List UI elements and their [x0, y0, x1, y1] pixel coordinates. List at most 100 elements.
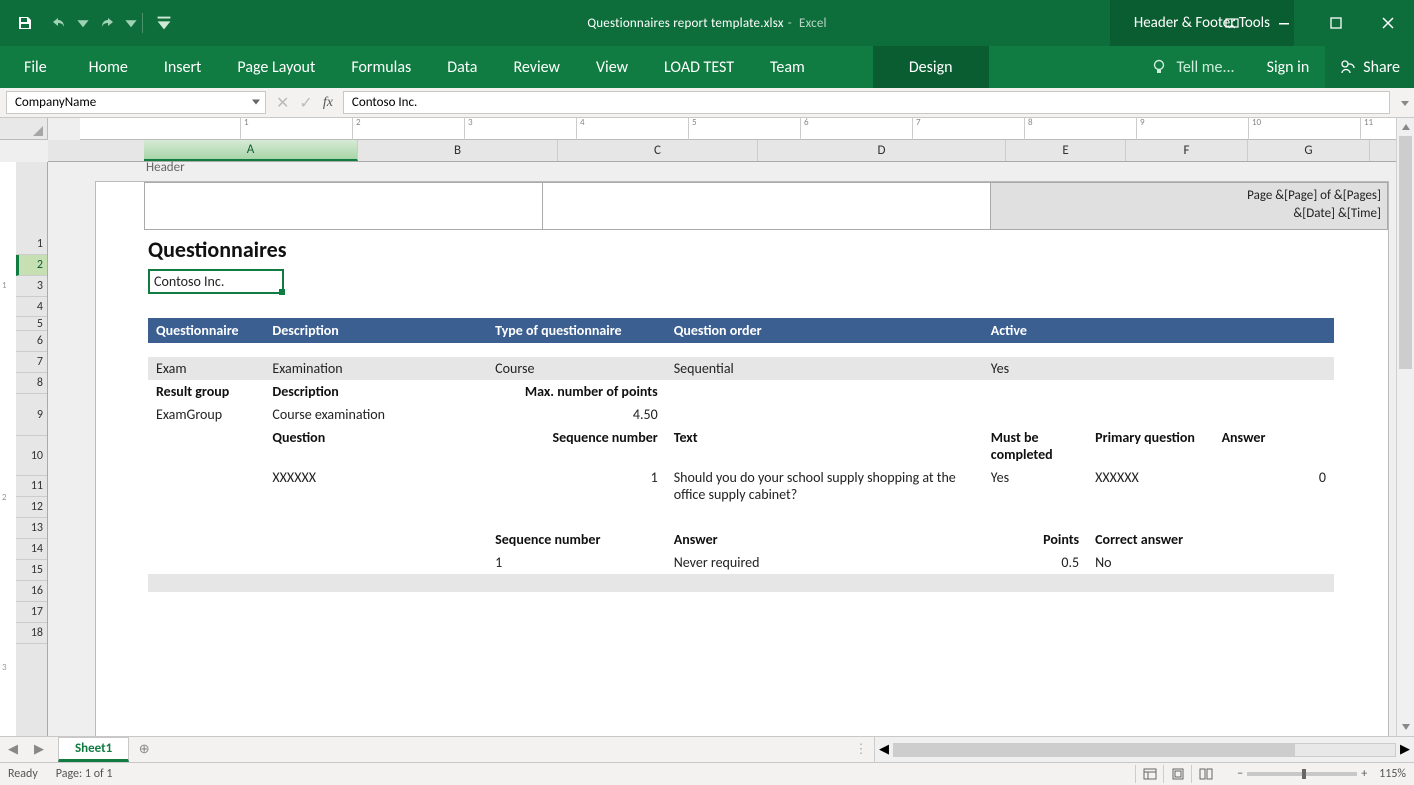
row-header[interactable]: 11 — [16, 476, 47, 497]
document-body: Questionnaires Contoso Inc. Questionnair… — [148, 236, 1378, 592]
ribbon-display-options-icon[interactable] — [1206, 0, 1258, 46]
row-header[interactable]: 9 — [16, 394, 47, 436]
column-header-e[interactable]: E — [1006, 140, 1126, 161]
name-box[interactable]: CompanyName — [6, 91, 266, 114]
tab-team[interactable]: Team — [752, 46, 823, 88]
row-header[interactable]: 16 — [16, 581, 47, 602]
row-header[interactable]: 3 — [16, 276, 47, 297]
zoom-in-icon[interactable]: + — [1361, 767, 1367, 781]
table-row[interactable]: Question Sequence number Text Must be co… — [148, 426, 1334, 466]
cancel-formula-icon[interactable]: ✕ — [276, 93, 289, 113]
table-row[interactable]: 1 Never required 0.5 No — [148, 551, 1334, 574]
share-button[interactable]: Share — [1325, 46, 1414, 88]
maximize-icon[interactable] — [1310, 0, 1362, 46]
zoom-level[interactable]: 115% — [1379, 767, 1406, 781]
sign-in-link[interactable]: Sign in — [1251, 46, 1326, 88]
table-row[interactable]: Sequence number Answer Points Correct an… — [148, 528, 1334, 551]
row-header[interactable]: 13 — [16, 518, 47, 539]
zoom-slider[interactable] — [1247, 772, 1357, 776]
fx-icon[interactable]: fx — [323, 95, 333, 111]
tab-home[interactable]: Home — [71, 46, 146, 88]
save-icon[interactable] — [8, 0, 42, 46]
column-header-a[interactable]: A — [144, 140, 358, 161]
undo-dropdown-icon[interactable] — [76, 0, 90, 46]
close-icon[interactable] — [1362, 0, 1414, 46]
column-header-b[interactable]: B — [358, 140, 558, 161]
tab-review[interactable]: Review — [495, 46, 578, 88]
tab-insert[interactable]: Insert — [146, 46, 220, 88]
table-row[interactable]: Exam Examination Course Sequential Yes — [148, 357, 1334, 380]
row-header[interactable]: 7 — [16, 352, 47, 373]
sheet-view[interactable]: 1 2 3 4 5 6 7 8 9 10 11 A B C D E F G 1 … — [0, 118, 1396, 736]
tab-file[interactable]: File — [0, 46, 71, 88]
tell-me-search[interactable]: Tell me... — [1134, 46, 1250, 88]
table-row[interactable]: XXXXXX 1 Should you do your school suppl… — [148, 466, 1334, 506]
questionnaire-table: Questionnaire Description Type of questi… — [148, 318, 1334, 592]
tab-nav-prev-icon[interactable]: ◀ — [0, 737, 26, 762]
table-row[interactable]: Result group Description Max. number of … — [148, 380, 1334, 403]
tab-nav-next-icon[interactable]: ▶ — [26, 737, 52, 762]
cell: Answer — [666, 528, 983, 551]
redo-icon[interactable] — [90, 0, 124, 46]
select-all-corner[interactable] — [0, 118, 48, 140]
enter-formula-icon[interactable]: ✓ — [299, 93, 312, 113]
vertical-scrollbar[interactable] — [1396, 118, 1414, 736]
row-header[interactable]: 1 — [16, 234, 47, 255]
horizontal-scrollbar[interactable]: ◀ ▶ — [874, 737, 1414, 762]
tab-load-test[interactable]: LOAD TEST — [646, 46, 752, 88]
row-header[interactable]: 17 — [16, 602, 47, 623]
scroll-up-icon[interactable] — [1397, 118, 1414, 136]
formula-input[interactable]: Contoso Inc. — [343, 91, 1390, 114]
tab-design[interactable]: Design — [873, 46, 989, 88]
hscroll-track[interactable] — [893, 743, 1396, 757]
tab-page-layout[interactable]: Page Layout — [219, 46, 333, 88]
header-center[interactable] — [543, 183, 991, 229]
undo-icon[interactable] — [42, 0, 76, 46]
row-header[interactable]: 2 — [16, 255, 47, 276]
tab-formulas[interactable]: Formulas — [333, 46, 429, 88]
column-header-g[interactable]: G — [1248, 140, 1370, 161]
qat-customize-icon[interactable] — [147, 0, 181, 46]
scroll-down-icon[interactable] — [1397, 718, 1414, 736]
header-editor[interactable]: Page &[Page] of &[Pages] &[Date] &[Time] — [144, 182, 1388, 230]
row-header[interactable]: 18 — [16, 623, 47, 644]
header-right[interactable]: Page &[Page] of &[Pages] &[Date] &[Time] — [991, 183, 1387, 229]
tab-split-handle-icon[interactable]: ⋮ — [848, 737, 874, 762]
column-header-d[interactable]: D — [758, 140, 1006, 161]
formula-bar-expand-icon[interactable] — [1396, 88, 1414, 117]
row-header[interactable]: 10 — [16, 436, 47, 476]
row-header[interactable]: 5 — [16, 317, 47, 331]
cell: XXXXXX — [264, 466, 487, 506]
view-normal-icon[interactable] — [1135, 765, 1163, 783]
header-left[interactable] — [145, 183, 543, 229]
chevron-down-icon[interactable] — [251, 95, 261, 110]
ribbon-tabs: File Home Insert Page Layout Formulas Da… — [0, 46, 1414, 88]
column-header-f[interactable]: F — [1126, 140, 1248, 161]
table-row[interactable]: ExamGroup Course examination 4.50 — [148, 403, 1334, 426]
row-header[interactable]: 15 — [16, 560, 47, 581]
row-header[interactable]: 14 — [16, 539, 47, 560]
tab-view[interactable]: View — [578, 46, 646, 88]
column-header-c[interactable]: C — [558, 140, 758, 161]
zoom-thumb[interactable] — [1302, 769, 1306, 779]
sheet-tab[interactable]: Sheet1 — [58, 737, 129, 762]
minimize-icon[interactable] — [1258, 0, 1310, 46]
row-header[interactable]: 8 — [16, 373, 47, 394]
redo-dropdown-icon[interactable] — [124, 0, 138, 46]
ruler-tick: 6 — [800, 118, 809, 140]
view-page-layout-icon[interactable] — [1163, 765, 1191, 783]
new-sheet-icon[interactable]: ⊕ — [129, 737, 159, 762]
row-header[interactable]: 12 — [16, 497, 47, 518]
active-cell[interactable]: Contoso Inc. — [148, 269, 284, 294]
scroll-right-icon[interactable]: ▶ — [1396, 742, 1414, 757]
row-header[interactable]: 6 — [16, 331, 47, 352]
scroll-thumb[interactable] — [1399, 136, 1412, 369]
zoom-control[interactable]: − + 115% — [1237, 767, 1406, 781]
zoom-out-icon[interactable]: − — [1237, 767, 1243, 781]
row-header[interactable]: 4 — [16, 297, 47, 317]
tab-data[interactable]: Data — [429, 46, 495, 88]
hscroll-thumb[interactable] — [894, 744, 1295, 756]
scroll-track[interactable] — [1397, 136, 1414, 718]
scroll-left-icon[interactable]: ◀ — [875, 742, 893, 757]
view-page-break-icon[interactable] — [1191, 765, 1219, 783]
